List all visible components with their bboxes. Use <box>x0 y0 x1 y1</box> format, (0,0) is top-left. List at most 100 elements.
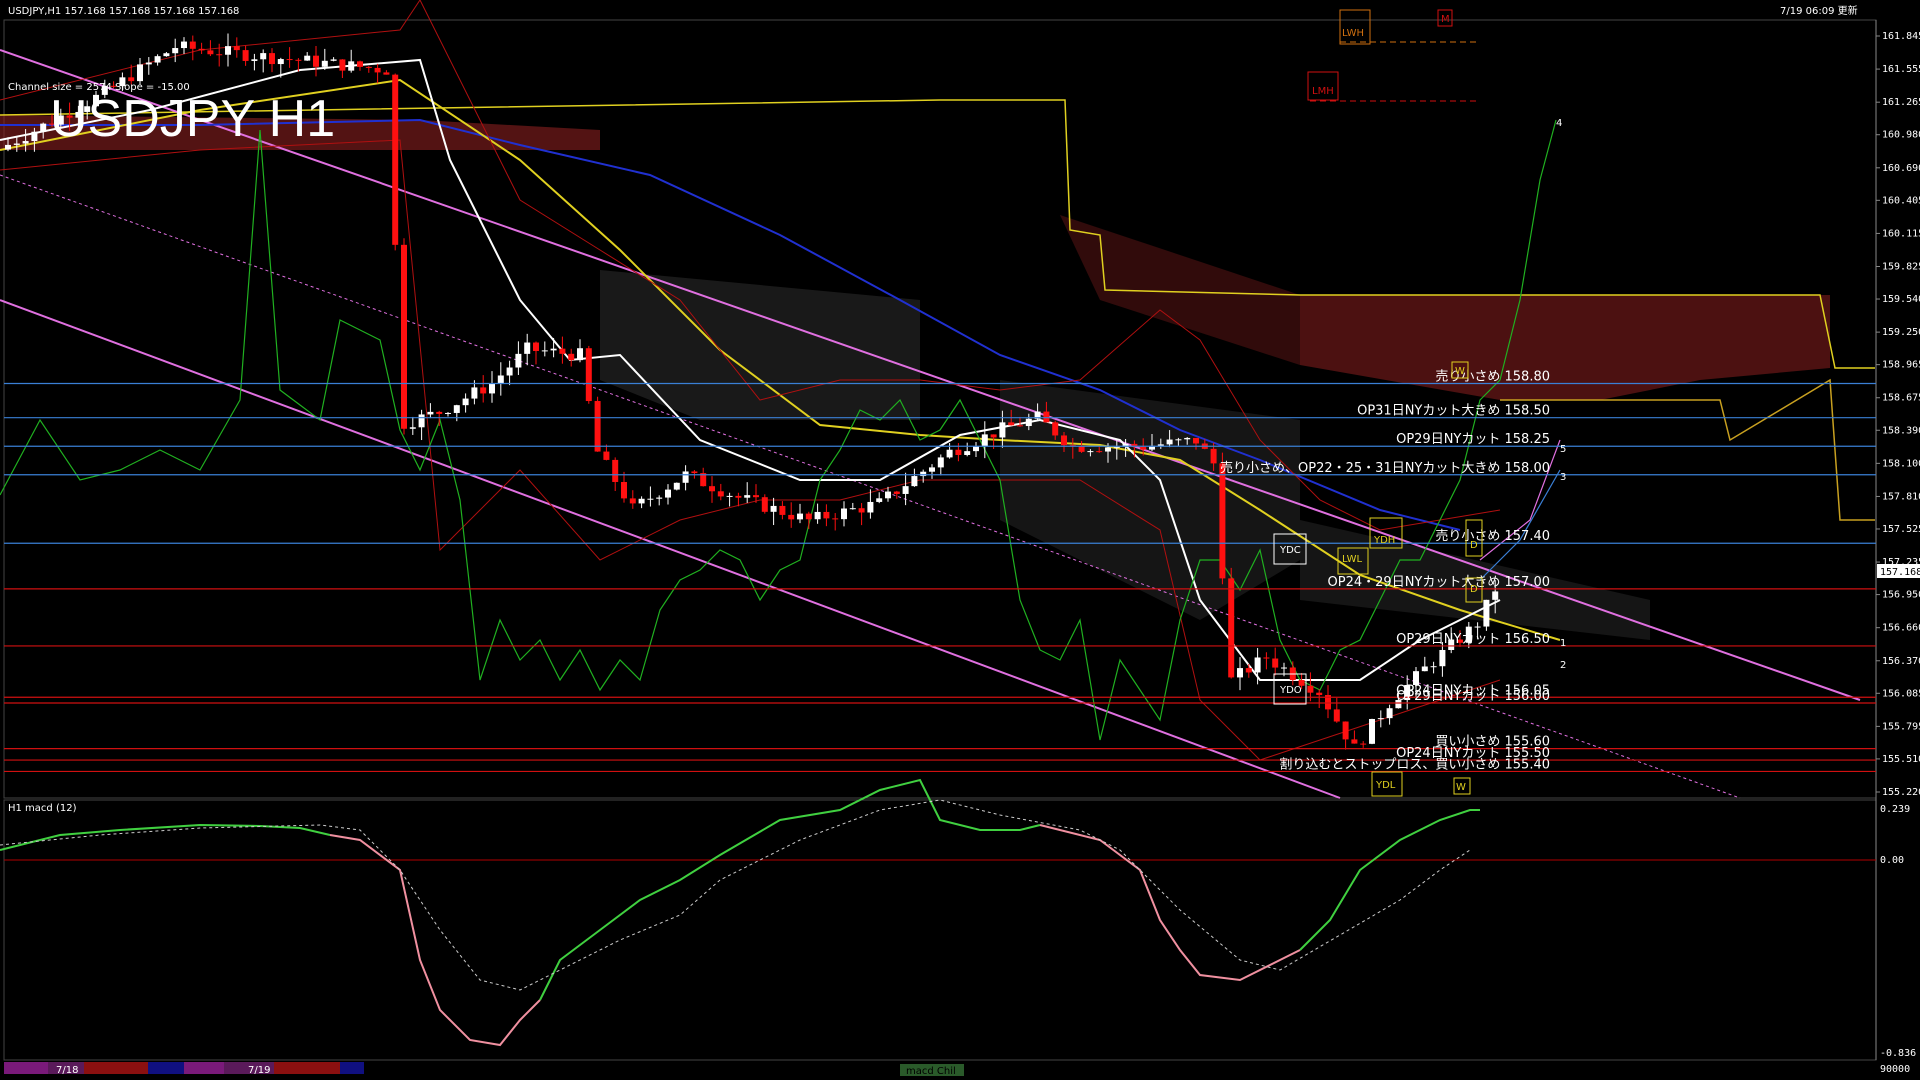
rsi-line <box>0 119 1557 741</box>
candle-body <box>392 74 399 245</box>
candle-body <box>436 411 443 414</box>
candle-body <box>471 387 478 399</box>
candle-body <box>453 405 460 413</box>
candle-body <box>849 508 856 510</box>
date-label-7-18: 7/18 <box>56 1065 78 1076</box>
candle-body <box>1351 739 1358 744</box>
candle-body <box>629 498 636 504</box>
candle-body <box>1483 599 1490 627</box>
ydh-label: YDH <box>1373 535 1395 546</box>
candle-body <box>365 66 372 68</box>
chart-title: USDJPY H1 <box>50 90 335 148</box>
candle-body <box>1061 435 1067 446</box>
candle-body <box>559 348 566 354</box>
candle-body <box>638 498 645 504</box>
candle-body <box>1087 451 1094 453</box>
price-tick-label: 156.950 <box>1882 590 1920 601</box>
price-tick-label: 158.390 <box>1882 425 1920 436</box>
symbol-info: USDJPY,H1 157.168 157.168 157.168 157.16… <box>8 6 239 17</box>
candle-body <box>1175 439 1182 441</box>
candle-body <box>753 495 759 498</box>
candle-body <box>524 342 531 354</box>
level-label: OP29日NYカット 158.25 <box>1396 432 1550 447</box>
price-tick-label: 155.795 <box>1882 721 1920 732</box>
candle-body <box>480 387 487 394</box>
indicator-tab[interactable]: macd Chil <box>906 1066 956 1077</box>
macd-top-value: 0.239 <box>1880 804 1910 815</box>
lwh-label: LWH <box>1342 28 1364 39</box>
candle-body <box>295 59 302 61</box>
level-label: 売り小さめ、OP22・25・31日NYカット大きめ 158.00 <box>1220 460 1550 476</box>
current-price-label: 157.168 <box>1880 567 1920 578</box>
bottom-date-bar <box>4 1062 964 1076</box>
candle-body <box>744 495 751 498</box>
candle-body <box>1333 709 1340 722</box>
candle-body <box>1184 437 1191 440</box>
candle-body <box>304 55 311 61</box>
w-label-upper: W <box>1455 366 1465 377</box>
price-tick-label: 157.525 <box>1882 524 1920 535</box>
candle-body <box>823 511 830 519</box>
candle-body <box>339 59 346 71</box>
macd-negative-line <box>329 834 541 1047</box>
candle-body <box>999 422 1006 438</box>
candle-body <box>621 481 627 499</box>
candle-body <box>1281 667 1287 669</box>
level-label: OP29日NYカット 156.00 <box>1396 689 1550 704</box>
candle-body <box>1272 658 1279 668</box>
candle-body <box>920 471 927 477</box>
candle-body <box>541 350 548 352</box>
candle-body <box>858 508 865 513</box>
candle-body <box>207 50 214 55</box>
candle-body <box>665 489 671 498</box>
candle-body <box>1492 591 1499 600</box>
candle-body <box>788 514 795 520</box>
candle-body <box>31 131 38 142</box>
candle-body <box>964 451 971 455</box>
candle-body <box>489 383 495 394</box>
price-axis: 161.845 161.555 161.265 160.980 160.690 160.4… <box>1876 31 1920 798</box>
candle-body <box>568 353 575 361</box>
candle-body <box>709 486 715 492</box>
candle-body <box>330 59 337 61</box>
candle-body <box>383 72 390 75</box>
candle-body <box>506 367 513 376</box>
candle-body <box>1008 422 1015 426</box>
candle-body <box>374 67 381 73</box>
candle-body <box>154 56 161 63</box>
candle-body <box>885 491 891 499</box>
candle-body <box>1360 743 1367 745</box>
candle-body <box>726 495 733 497</box>
candle-body <box>216 54 223 56</box>
candle-body <box>1219 463 1226 579</box>
candle-body <box>189 41 196 49</box>
candle-body <box>691 471 698 474</box>
candle-body <box>1439 650 1446 667</box>
candle-body <box>1254 657 1261 673</box>
candle-body <box>805 513 812 520</box>
candle-body <box>5 144 11 150</box>
candle-body <box>357 61 363 67</box>
candle-body <box>1307 685 1314 693</box>
candle-body <box>427 411 434 415</box>
candle-body <box>973 446 979 452</box>
candle-body <box>462 398 469 406</box>
d-label-lower: D <box>1470 584 1478 595</box>
candle-body <box>937 457 944 468</box>
projection-blue <box>1479 469 1561 581</box>
candle-body <box>911 476 918 487</box>
price-tick-label: 158.675 <box>1882 393 1920 404</box>
macd-label: H1 macd (12) <box>8 803 77 814</box>
price-tick-label: 156.370 <box>1882 656 1920 667</box>
candle-body <box>1166 439 1173 445</box>
wave-label-5: 5 <box>1560 444 1566 455</box>
candle-body <box>233 46 240 51</box>
date-label-7-19: 7/19 <box>248 1065 270 1076</box>
candle-body <box>1043 411 1050 423</box>
macd-signal-line <box>0 799 1471 991</box>
candle-body <box>418 414 425 428</box>
candle-body <box>313 55 319 67</box>
wave-label-2: 2 <box>1560 660 1566 671</box>
candle-body <box>13 143 20 145</box>
candle-body <box>137 64 143 82</box>
